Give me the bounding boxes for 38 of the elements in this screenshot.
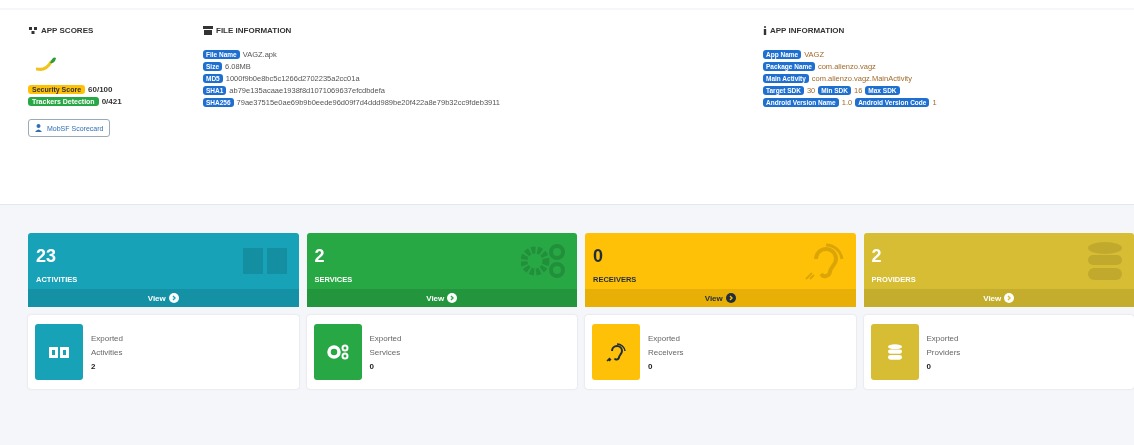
info-box-title: Exported xyxy=(926,333,960,343)
view-link[interactable]: View xyxy=(306,289,577,307)
ear-icon xyxy=(592,324,640,380)
view-link[interactable]: View xyxy=(585,289,856,307)
info-box-count: 0 xyxy=(369,361,375,371)
gears-icon xyxy=(313,324,362,380)
section-title: APP INFORMATION xyxy=(770,26,845,35)
section-title: FILE INFORMATION xyxy=(216,26,292,35)
section-title: APP SCORES xyxy=(41,26,94,35)
info-box-count: 0 xyxy=(648,361,654,371)
arrow-circle-icon xyxy=(1004,293,1015,303)
info-box-label: Providers xyxy=(926,347,961,357)
ear-icon xyxy=(803,241,844,281)
info-box-title: Exported xyxy=(369,333,402,343)
arrow-circle-icon xyxy=(447,293,458,303)
view-link[interactable]: View xyxy=(863,289,1134,307)
info-box-label: Activities xyxy=(91,347,124,357)
score-value: 60/100 xyxy=(88,85,113,94)
info-box-label: Receivers xyxy=(648,347,684,357)
database-icon xyxy=(870,324,919,380)
score-value: 0/421 xyxy=(101,97,122,106)
arrow-circle-icon xyxy=(725,293,736,303)
archive-icon xyxy=(203,26,213,35)
cubes-icon xyxy=(28,26,38,35)
info-box-count: 0 xyxy=(926,361,932,371)
gears-icon xyxy=(521,244,565,278)
stat-count: 2 xyxy=(314,246,326,267)
info-box-title: Exported xyxy=(648,333,682,343)
view-link[interactable]: View xyxy=(28,289,299,307)
info-box-label: Services xyxy=(369,347,402,357)
user-icon xyxy=(35,124,44,132)
info-box-title: Exported xyxy=(91,333,124,343)
stat-count: 23 xyxy=(36,246,58,267)
stat-count: 0 xyxy=(593,246,604,267)
info-box-count: 2 xyxy=(91,361,97,371)
arrow-circle-icon xyxy=(168,293,179,303)
info-icon xyxy=(763,26,767,35)
stat-count: 2 xyxy=(871,246,883,267)
